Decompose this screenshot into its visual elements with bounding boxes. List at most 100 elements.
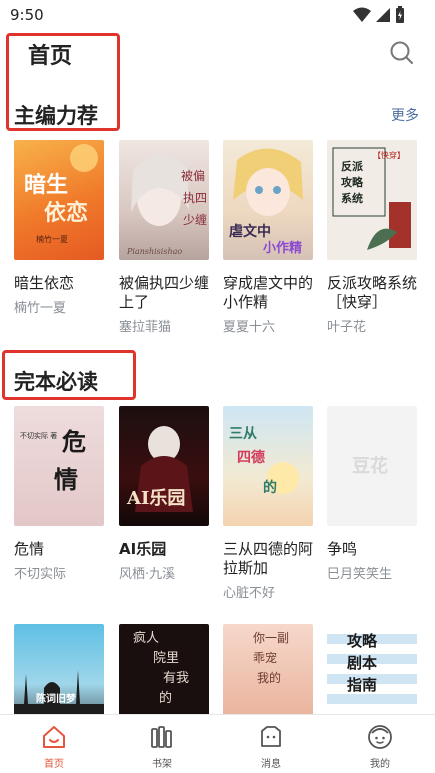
book-author: 叶子花 — [327, 320, 367, 335]
book-cover: 三从 四德 的 — [223, 406, 313, 526]
search-button[interactable] — [389, 40, 415, 66]
book-cover: AI乐园 — [119, 406, 209, 526]
svg-text:剧本: 剧本 — [347, 654, 377, 672]
more-link[interactable]: 更多 — [391, 105, 419, 125]
svg-text:被偏: 被偏 — [181, 168, 205, 183]
book-item[interactable]: 疯人 院里 有我 的 — [119, 624, 211, 714]
book-row-editor-picks: 暗生 依恋 楠竹一夏 暗生依恋 楠竹一夏 被偏 执四 少缠 Pianshisis… — [0, 140, 435, 350]
book-cover: 虐文中 小作精 — [223, 140, 313, 260]
nav-messages[interactable]: 消息 — [217, 715, 325, 773]
book-author: 心脏不好 — [223, 586, 276, 601]
book-row-completed: 危 情 不切实际 著 危情 不切实际 AI乐园 AI乐园 风栖·九溪 三从 四德… — [0, 406, 435, 616]
book-item[interactable]: 危 情 不切实际 著 危情 不切实际 — [14, 406, 106, 582]
book-cover: 攻略 剧本 指南 — [327, 624, 417, 714]
svg-text:我的: 我的 — [257, 670, 281, 685]
svg-text:执四: 执四 — [183, 191, 207, 205]
nav-home[interactable]: 首页 — [0, 715, 108, 773]
book-title: 三从四德的阿拉斯加 — [223, 540, 314, 577]
profile-icon — [368, 725, 392, 749]
svg-text:四德: 四德 — [237, 449, 265, 466]
svg-text:少缠: 少缠 — [183, 212, 207, 227]
book-cover: 【快穿】 反派 攻略 系统 — [327, 140, 417, 260]
book-item[interactable]: AI乐园 AI乐园 风栖·九溪 — [119, 406, 211, 582]
svg-text:有我: 有我 — [163, 671, 189, 686]
svg-text:情: 情 — [54, 465, 78, 494]
book-author: 巳月笑笑生 — [327, 567, 393, 582]
svg-text:Pianshisishao: Pianshisishao — [126, 247, 182, 256]
book-cover: 疯人 院里 有我 的 — [119, 624, 209, 714]
svg-text:的: 的 — [159, 690, 172, 706]
svg-text:陈词旧梦: 陈词旧梦 — [36, 692, 77, 705]
book-item[interactable]: 攻略 剧本 指南 — [327, 624, 419, 714]
book-item[interactable]: 【快穿】 反派 攻略 系统 反派攻略系统［快穿］ 叶子花 — [327, 140, 419, 335]
svg-text:乖宠: 乖宠 — [253, 650, 277, 665]
nav-profile[interactable]: 我的 — [326, 715, 434, 773]
svg-text:【快穿】: 【快穿】 — [373, 150, 405, 160]
svg-text:攻略: 攻略 — [341, 175, 364, 189]
book-cover: 你一副 乖宠 我的 — [223, 624, 313, 714]
svg-text:楠竹一夏: 楠竹一夏 — [36, 234, 68, 244]
svg-text:不切实际 著: 不切实际 著 — [20, 431, 57, 440]
book-cover: 被偏 执四 少缠 Pianshisishao — [119, 140, 209, 260]
nav-label: 书架 — [152, 759, 172, 770]
book-item[interactable]: 三从 四德 的 三从四德的阿拉斯加 心脏不好 — [223, 406, 315, 601]
book-author: 夏夏十六 — [223, 320, 276, 335]
svg-text:你一副: 你一副 — [253, 631, 289, 645]
book-title: 危情 — [14, 540, 45, 558]
book-cover: 暗生 依恋 楠竹一夏 — [14, 140, 104, 260]
signal-icon — [376, 8, 390, 22]
book-author: 风栖·九溪 — [119, 567, 176, 582]
nav-label: 首页 — [44, 759, 64, 770]
svg-text:危: 危 — [62, 427, 86, 456]
svg-text:的: 的 — [263, 479, 277, 496]
svg-text:虐文中: 虐文中 — [229, 223, 271, 240]
svg-text:攻略: 攻略 — [347, 632, 378, 650]
book-item[interactable]: 暗生 依恋 楠竹一夏 暗生依恋 楠竹一夏 — [14, 140, 106, 316]
book-cover: 豆花 — [327, 406, 417, 526]
book-author: 塞拉菲猫 — [119, 320, 172, 335]
bottom-nav: 首页 书架 消息 我的 — [0, 714, 435, 773]
search-icon — [390, 41, 413, 64]
book-item[interactable]: 豆花 争鸣 巳月笑笑生 — [327, 406, 419, 582]
book-item[interactable]: 陈词旧梦 — [14, 624, 106, 714]
home-icon — [43, 726, 65, 748]
page-header: 首页 — [0, 30, 435, 78]
status-bar: 9:50 — [0, 0, 435, 30]
svg-text:AI乐园: AI乐园 — [126, 488, 185, 509]
svg-text:依恋: 依恋 — [44, 200, 88, 226]
book-author: 不切实际 — [14, 567, 67, 582]
book-title: 争鸣 — [327, 540, 358, 558]
svg-text:系统: 系统 — [341, 191, 363, 205]
svg-text:指南: 指南 — [347, 676, 377, 694]
book-item[interactable]: 被偏 执四 少缠 Pianshisishao 被偏执四少缠上了 塞拉菲猫 — [119, 140, 211, 335]
book-item[interactable]: 你一副 乖宠 我的 — [223, 624, 315, 714]
book-row-more: 陈词旧梦 疯人 院里 有我 的 你一副 乖宠 我的 攻略 剧本 指南 — [0, 624, 435, 714]
book-title: AI乐园 — [119, 540, 167, 558]
svg-text:院里: 院里 — [153, 651, 179, 666]
nav-label: 我的 — [370, 759, 390, 770]
book-title: 暗生依恋 — [14, 274, 75, 292]
svg-text:暗生: 暗生 — [24, 172, 68, 198]
svg-text:三从: 三从 — [229, 426, 257, 442]
svg-text:豆花: 豆花 — [352, 455, 388, 477]
wifi-icon — [353, 7, 371, 22]
svg-text:小作精: 小作精 — [263, 240, 302, 256]
nav-bookshelf[interactable]: 书架 — [108, 715, 216, 773]
book-item[interactable]: 虐文中 小作精 穿成虐文中的小作精 夏夏十六 — [223, 140, 315, 335]
section-title-completed-must-read: 完本必读 — [14, 370, 98, 394]
bookshelf-icon — [151, 726, 172, 748]
book-cover: 陈词旧梦 — [14, 624, 104, 714]
book-title: 反派攻略系统［快穿］ — [327, 274, 418, 311]
status-time: 9:50 — [10, 6, 44, 24]
section-title-editor-picks: 主编力荐 — [14, 104, 98, 128]
book-author: 楠竹一夏 — [14, 301, 67, 316]
status-icons — [353, 6, 405, 24]
svg-text:反派: 反派 — [341, 159, 364, 173]
page-title: 首页 — [28, 44, 73, 69]
book-cover: 危 情 不切实际 著 — [14, 406, 104, 526]
message-icon — [261, 726, 281, 747]
book-title: 被偏执四少缠上了 — [119, 274, 210, 311]
svg-text:疯人: 疯人 — [133, 630, 159, 646]
nav-label: 消息 — [261, 759, 281, 770]
book-title: 穿成虐文中的小作精 — [223, 274, 314, 311]
